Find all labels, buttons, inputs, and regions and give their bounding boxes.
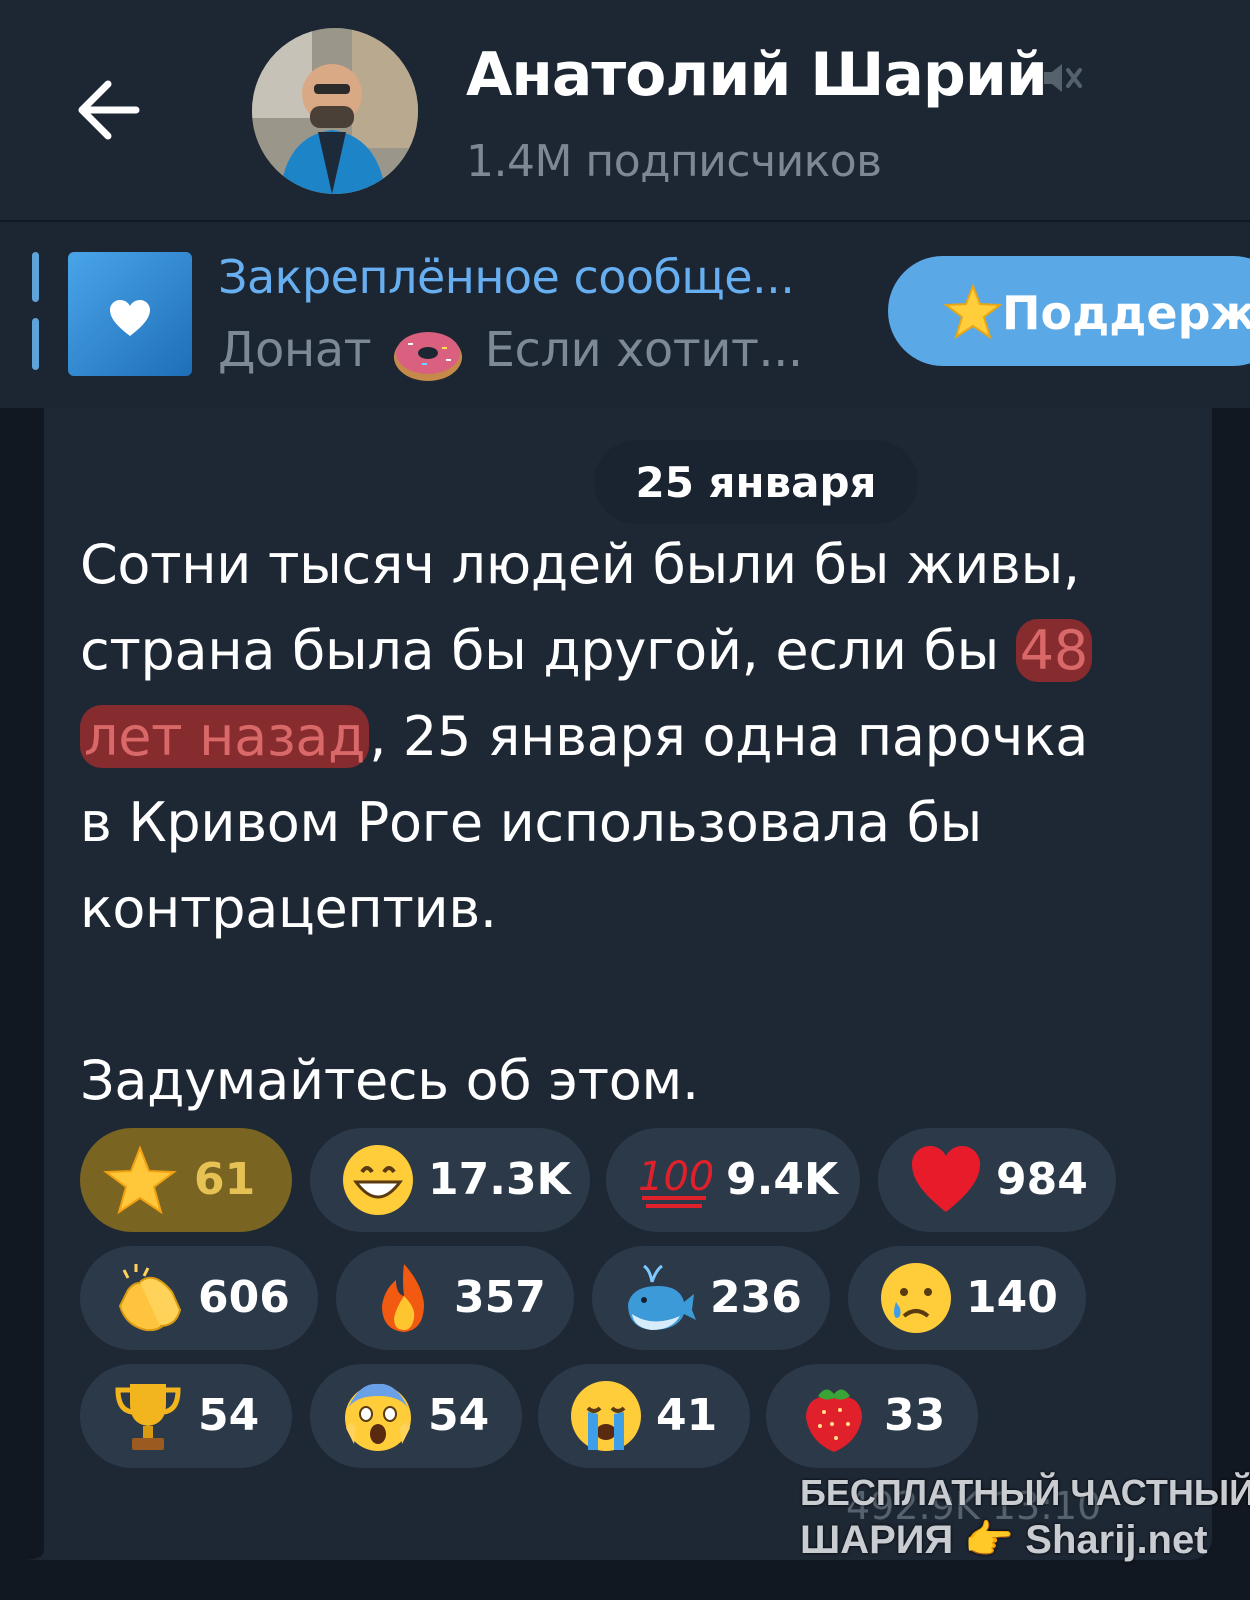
reaction-count: 9.4K [726, 1154, 839, 1205]
message-line: лет назад, 25 января одна парочка [80, 694, 1200, 780]
highlighted-text: лет назад [80, 705, 370, 768]
message-line: страна была бы другой, если бы 48 [80, 608, 1200, 694]
clap-icon [118, 1264, 182, 1332]
trophy-icon [115, 1384, 181, 1450]
reaction-count: 357 [454, 1272, 546, 1323]
subscriber-count: 1.4M подписчиков [466, 136, 882, 187]
donut-icon [393, 332, 462, 381]
sad-icon [881, 1263, 951, 1333]
star-icon [944, 284, 1002, 340]
reaction-count: 17.3K [428, 1154, 571, 1205]
message-line: контрацептив. [80, 877, 497, 940]
reaction-count: 984 [996, 1154, 1088, 1205]
watermark-line: БЕСПЛАТНЫЙ ЧАСТНЫЙ [800, 1472, 1250, 1513]
support-button[interactable]: Поддерж [888, 256, 1250, 366]
heart-icon [912, 1146, 980, 1212]
pinned-thumbnail [68, 252, 192, 376]
reaction-whale[interactable]: 236 [592, 1246, 830, 1350]
reaction-grin[interactable]: 17.3K [310, 1128, 590, 1232]
message-line: в Кривом Роге использовала бы [80, 791, 982, 854]
reaction-count: 606 [198, 1272, 290, 1323]
support-button-label: Поддерж [1002, 286, 1250, 340]
hundred-icon: 100 [638, 1154, 712, 1208]
pinned-preview: Донат Если хотит... [218, 322, 803, 383]
fire-icon [382, 1264, 424, 1332]
reaction-count: 61 [194, 1154, 256, 1205]
svg-text:100: 100 [638, 1154, 712, 1200]
date-badge: 25 января [594, 440, 918, 524]
muted-speaker-icon [1044, 64, 1082, 92]
channel-title: Анатолий Шарий [466, 40, 1048, 110]
highlighted-text: 48 [1015, 619, 1092, 682]
pinned-indicator [32, 318, 39, 370]
back-arrow-icon[interactable] [70, 72, 146, 148]
reaction-trophy[interactable]: 54 [80, 1364, 292, 1468]
watermark-line: ШАРИЯ 👉 Sharij.net [800, 1518, 1208, 1562]
reaction-count: 140 [966, 1272, 1058, 1323]
reaction-count: 54 [428, 1390, 490, 1441]
reaction-hundred[interactable]: 100 9.4K [606, 1128, 860, 1232]
pinned-text-after: Если хотит... [484, 322, 804, 378]
grin-icon [343, 1145, 413, 1215]
star-icon [103, 1145, 177, 1215]
reaction-strawberry[interactable]: 33 [766, 1364, 978, 1468]
message-text-part: страна была бы другой, если бы [80, 619, 1016, 682]
pinned-message-bar[interactable]: Закреплённое сообще... Донат Если хотит.… [0, 222, 1250, 408]
date-label: 25 января [635, 458, 877, 507]
heart-icon [110, 300, 150, 336]
pinned-text-before: Донат [218, 322, 372, 378]
bubble-tail [22, 1520, 62, 1560]
reaction-sad[interactable]: 140 [848, 1246, 1086, 1350]
message-text-part: , 25 января одна парочка [369, 705, 1089, 768]
strawberry-icon [806, 1389, 862, 1452]
reaction-count: 54 [198, 1390, 260, 1441]
reaction-scream[interactable]: 54 [310, 1364, 522, 1468]
reaction-fire[interactable]: 357 [336, 1246, 574, 1350]
message-line: Задумайтесь об этом. [80, 1049, 699, 1112]
pinned-indicator [32, 252, 39, 302]
pinned-title: Закреплённое сообще... [218, 250, 795, 304]
chat-header: Анатолий Шарий 1.4M подписчиков [0, 0, 1250, 220]
channel-avatar[interactable] [252, 28, 418, 194]
whale-icon [628, 1264, 696, 1330]
reaction-star[interactable]: 61 [80, 1128, 292, 1232]
reaction-clap[interactable]: 606 [80, 1246, 318, 1350]
scream-icon [345, 1383, 411, 1451]
reaction-count: 33 [884, 1390, 946, 1441]
message-line: Сотни тысяч людей были бы живы, [80, 533, 1080, 596]
reaction-cry[interactable]: 41 [538, 1364, 750, 1468]
cry-icon [571, 1381, 641, 1451]
reaction-count: 41 [656, 1390, 718, 1441]
reaction-count: 236 [710, 1272, 802, 1323]
reaction-heart[interactable]: 984 [878, 1128, 1116, 1232]
message-text: Сотни тысяч людей были бы живы, страна б… [80, 522, 1200, 1124]
